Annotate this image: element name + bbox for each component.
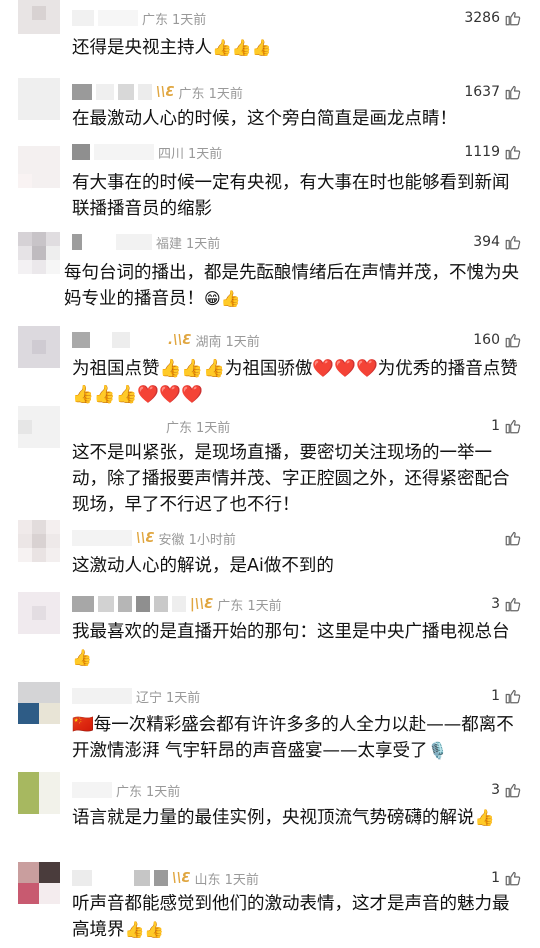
- comment-meta: |\\Ɛ 广东 1天前: [72, 594, 282, 614]
- avatar[interactable]: [18, 78, 60, 120]
- comment-location: 山东: [194, 872, 221, 888]
- comment-meta: 广东 1天前: [72, 416, 230, 436]
- like-count: 394: [473, 234, 500, 250]
- avatar[interactable]: [18, 326, 60, 368]
- comment-location: 四川: [158, 146, 185, 162]
- comment-time: 1天前: [186, 236, 221, 252]
- like-button[interactable]: 1: [491, 868, 522, 888]
- comment-location: 福建: [156, 236, 183, 252]
- avatar[interactable]: [18, 0, 60, 34]
- comment-text: 为祖国点赞👍👍👍为祖国骄傲❤️❤️❤️为优秀的播音点赞👍👍👍❤️❤️❤️: [72, 359, 518, 405]
- comment-text: 听声音都能感觉到他们的激动表情，这才是声音的魅力最高境界👍👍: [72, 891, 524, 943]
- comment-location: 安徽: [158, 532, 185, 548]
- comment-text: 这不是叫紧张，是现场直播，要密切关注现场的一举一动，除了播报要声情并茂、字正腔圆…: [72, 443, 510, 515]
- comment-meta: 广东 1天前: [72, 780, 180, 800]
- avatar[interactable]: [18, 146, 60, 188]
- like-button[interactable]: [500, 528, 522, 548]
- comment-meta: \\Ɛ 广东 1天前: [72, 82, 243, 102]
- avatar[interactable]: [18, 682, 60, 724]
- vip-badge-icon: .\\Ɛ: [168, 332, 192, 348]
- like-button[interactable]: 160: [473, 330, 522, 350]
- comment-text: 有大事在的时候一定有央视，有大事在时也能够看到新闻联播播音员的缩影: [72, 173, 510, 219]
- like-count: 1: [491, 870, 500, 886]
- comment-meta: 福建 1天前: [72, 232, 220, 252]
- comment-time: 1天前: [188, 146, 223, 162]
- comment-meta: 广东 1天前: [72, 8, 206, 28]
- comment-text: 我最喜欢的是直播开始的那句：这里是中央广播电视总台👍: [72, 619, 524, 671]
- emoji-tail: 👍👍👍: [212, 38, 272, 57]
- comment-time: 1天前: [196, 420, 231, 436]
- like-count: 1637: [464, 84, 500, 100]
- comment-time: 1天前: [208, 86, 243, 102]
- comment-time: 1天前: [224, 872, 259, 888]
- like-button[interactable]: 3286: [464, 8, 522, 28]
- thumbs-up-outline-icon: [505, 333, 521, 348]
- vip-badge-icon: \\Ɛ: [156, 84, 175, 100]
- comment-meta: .\\Ɛ 湖南 1天前: [72, 330, 260, 350]
- like-button[interactable]: 1: [491, 416, 522, 436]
- like-button[interactable]: 1119: [464, 142, 522, 162]
- comment-location: 广东: [116, 784, 143, 800]
- thumbs-up-outline-icon: [505, 871, 521, 886]
- emoji-tail: 😁👍: [204, 289, 241, 308]
- like-count: 1: [491, 418, 500, 434]
- avatar[interactable]: [18, 592, 60, 634]
- comment-text: 🇨🇳每一次精彩盛会都有许许多多的人全力以赴——都离不开激情澎湃 气宇轩昂的声音盛…: [72, 712, 524, 764]
- thumbs-up-outline-icon: [505, 419, 521, 434]
- vip-badge-icon: \\Ɛ: [136, 530, 155, 546]
- like-button[interactable]: 3: [491, 594, 522, 614]
- avatar[interactable]: [18, 232, 60, 274]
- comment-time: 1天前: [146, 784, 181, 800]
- comment-location: 湖南: [195, 334, 222, 350]
- comment-meta: 四川 1天前: [72, 142, 222, 162]
- like-count: 3286: [464, 10, 500, 26]
- thumbs-up-outline-icon: [505, 597, 521, 612]
- comment-meta: \\Ɛ 山东 1天前: [72, 868, 259, 888]
- comment-location: 广东: [166, 420, 193, 436]
- like-button[interactable]: 394: [473, 232, 522, 252]
- thumbs-up-outline-icon: [505, 85, 521, 100]
- comment-time: 1天前: [172, 12, 207, 28]
- comment-time: 1小时前: [188, 532, 236, 548]
- thumbs-up-outline-icon: [505, 783, 521, 798]
- comment-time: 1天前: [166, 690, 201, 706]
- avatar[interactable]: [18, 520, 60, 562]
- like-count: 3: [491, 596, 500, 612]
- vip-badge-icon: \\Ɛ: [172, 870, 191, 886]
- comment-text: 还得是央视主持人👍👍👍: [72, 35, 524, 61]
- thumbs-up-outline-icon: [505, 689, 521, 704]
- comment-text: 这激动人心的解说，是Ai做不到的: [72, 556, 334, 576]
- vip-badge-icon: |\\Ɛ: [190, 596, 214, 612]
- comment-text: 语言就是力量的最佳实例，央视顶流气势磅礴的解说👍: [72, 805, 524, 831]
- thumbs-up-outline-icon: [505, 235, 521, 250]
- like-count: 1119: [464, 144, 500, 160]
- thumbs-up-outline-icon: [505, 145, 521, 160]
- comment-meta: \\Ɛ 安徽 1小时前: [72, 528, 236, 548]
- avatar[interactable]: [18, 406, 60, 448]
- thumbs-up-outline-icon: [505, 11, 521, 26]
- comment-location: 广东: [217, 598, 244, 614]
- like-count: 160: [473, 332, 500, 348]
- thumbs-up-outline-icon: [505, 531, 521, 546]
- comment-location: 广东: [178, 86, 205, 102]
- comment-text: 每句台词的播出，都是先酝酿情绪后在声情并茂，不愧为央妈专业的播音员！😁👍: [64, 260, 524, 312]
- comment-location: 辽宁: [136, 690, 163, 706]
- avatar[interactable]: [18, 772, 60, 814]
- emoji-tail: 👍👍: [124, 920, 165, 939]
- emoji-tail: 👍: [72, 648, 92, 667]
- emoji-tail: 👍: [474, 808, 495, 827]
- comment-location: 广东: [142, 12, 169, 28]
- like-button[interactable]: 3: [491, 780, 522, 800]
- comment-text: 在最激动人心的时候，这个旁白简直是画龙点睛！: [72, 109, 457, 129]
- like-count: 3: [491, 782, 500, 798]
- avatar[interactable]: [18, 862, 60, 904]
- microphone-icon: 🎙️: [427, 741, 448, 760]
- like-count: 1: [491, 688, 500, 704]
- like-button[interactable]: 1: [491, 686, 522, 706]
- comment-time: 1天前: [225, 334, 260, 350]
- like-button[interactable]: 1637: [464, 82, 522, 102]
- comment-meta: 辽宁 1天前: [72, 686, 200, 706]
- comment-time: 1天前: [247, 598, 282, 614]
